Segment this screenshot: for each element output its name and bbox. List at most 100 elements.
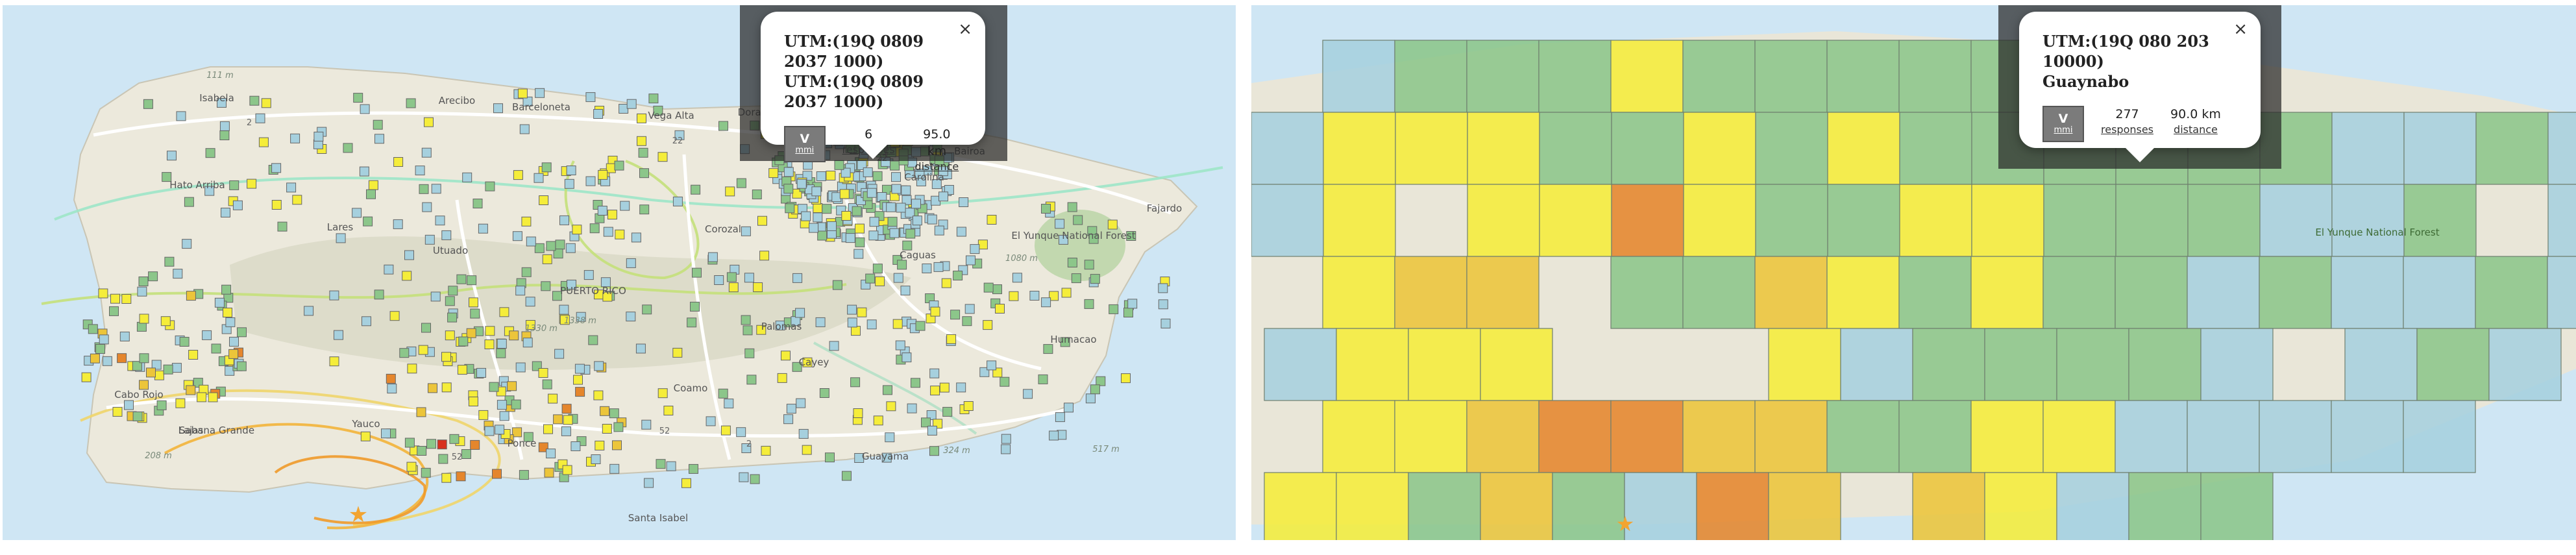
utm-cell — [1754, 256, 1828, 329]
response-marker — [447, 312, 458, 323]
response-marker — [889, 228, 900, 238]
map-popup[interactable]: × UTM:(19Q 0809 2037 1000) UTM:(19Q 0809… — [761, 12, 985, 173]
response-marker — [946, 334, 957, 344]
response-marker — [211, 343, 221, 354]
utm-cell — [2403, 400, 2476, 473]
response-marker — [927, 214, 937, 225]
utm-cell — [2488, 328, 2562, 401]
response-marker — [424, 117, 434, 127]
response-marker — [681, 478, 691, 488]
utm-cell — [2115, 256, 2188, 329]
response-marker — [88, 324, 98, 334]
response-marker — [561, 404, 572, 414]
response-marker — [445, 296, 455, 306]
response-marker — [853, 249, 864, 259]
utm-cell — [1755, 184, 1828, 257]
responses-link[interactable]: responses — [2101, 123, 2153, 137]
left-map-canvas[interactable]: IsabelaAreciboBarcelonetaVega AltaDorado… — [3, 5, 1236, 540]
response-marker — [626, 258, 636, 268]
response-marker — [1071, 273, 1081, 284]
utm-cell — [1264, 328, 1337, 401]
response-marker — [603, 227, 613, 237]
utm-cell — [1827, 112, 1900, 185]
utm-cell — [1611, 112, 1684, 185]
response-marker — [457, 365, 467, 375]
response-marker — [416, 407, 426, 417]
response-marker — [785, 203, 795, 214]
place-label: Cabo Rojo — [114, 389, 163, 401]
utm-cell — [2259, 256, 2332, 329]
response-marker — [424, 234, 435, 245]
utm-cell — [1336, 472, 1409, 540]
distance-link[interactable]: distance — [2170, 123, 2221, 137]
response-marker — [393, 157, 404, 167]
response-marker — [585, 176, 596, 186]
response-marker — [927, 425, 937, 436]
utm-grid-cells — [1251, 40, 2576, 540]
utm-cell — [1826, 40, 1900, 113]
map-panel-left[interactable]: IsabelaAreciboBarcelonetaVega AltaDorado… — [3, 5, 1236, 540]
response-marker — [386, 373, 396, 384]
response-marker — [725, 186, 735, 197]
response-marker — [896, 203, 906, 213]
response-marker — [255, 113, 265, 123]
utm-cell — [2403, 184, 2477, 257]
utm-cell — [1826, 256, 1900, 329]
mmi-unit-link[interactable]: mmi — [2054, 125, 2073, 136]
right-map-canvas[interactable]: El Yunque National Forest ★ — [1251, 5, 2576, 540]
response-marker — [472, 199, 483, 208]
response-marker — [566, 166, 576, 175]
response-marker — [753, 282, 763, 292]
distance-value: 90.0 km — [2170, 107, 2221, 121]
response-marker — [538, 368, 548, 378]
response-marker — [692, 267, 702, 278]
response-marker — [802, 445, 812, 455]
response-marker — [783, 184, 794, 194]
response-marker — [739, 472, 749, 482]
response-marker — [406, 98, 416, 108]
response-marker — [441, 382, 452, 393]
popup-close-button[interactable]: × — [958, 19, 972, 39]
distance-link[interactable]: distance — [912, 160, 962, 174]
response-marker — [607, 210, 617, 220]
response-marker — [583, 270, 594, 280]
popup-close-button[interactable]: × — [2233, 19, 2248, 39]
response-marker — [146, 367, 156, 378]
utm-cell — [1251, 184, 1324, 257]
mmi-value: V — [2058, 112, 2068, 126]
elevation-label: 1338 m — [564, 316, 596, 326]
response-marker — [786, 404, 796, 414]
response-marker — [930, 386, 940, 396]
utm-cell — [1322, 400, 1395, 473]
response-marker — [512, 231, 522, 241]
utm-cell — [2344, 328, 2418, 401]
place-label: Humacao — [1050, 334, 1096, 345]
mmi-unit-link[interactable]: mmi — [795, 145, 814, 156]
response-marker — [219, 130, 230, 140]
response-marker — [983, 320, 993, 330]
distance-stat: 90.0 km distance — [2170, 106, 2221, 137]
response-marker — [637, 113, 646, 123]
response-marker — [175, 398, 186, 408]
map-popup[interactable]: × UTM:(19Q 080 203 10000) Guaynabo V mmi… — [2019, 12, 2261, 162]
utm-cell — [1480, 328, 1553, 401]
response-marker — [886, 401, 896, 412]
utm-cell — [1826, 400, 1900, 473]
response-marker — [819, 388, 829, 398]
map-panel-right[interactable]: El Yunque National Forest ★ × UTM:(19Q 0… — [1251, 5, 2576, 540]
response-marker — [343, 143, 353, 153]
place-label: Utuado — [433, 245, 468, 256]
responses-link[interactable]: responses — [842, 143, 895, 157]
elevation-label: 1080 m — [1005, 254, 1038, 264]
response-marker — [546, 241, 556, 251]
utm-cell — [1322, 256, 1395, 329]
response-marker — [746, 375, 757, 385]
response-marker — [872, 264, 883, 274]
response-marker — [1084, 260, 1094, 270]
response-marker — [595, 440, 605, 450]
place-label: Vega Alta — [648, 110, 694, 121]
place-label: PUERTO RICO — [560, 285, 626, 297]
response-marker — [718, 388, 728, 399]
response-marker — [469, 297, 478, 308]
response-marker — [612, 440, 622, 450]
